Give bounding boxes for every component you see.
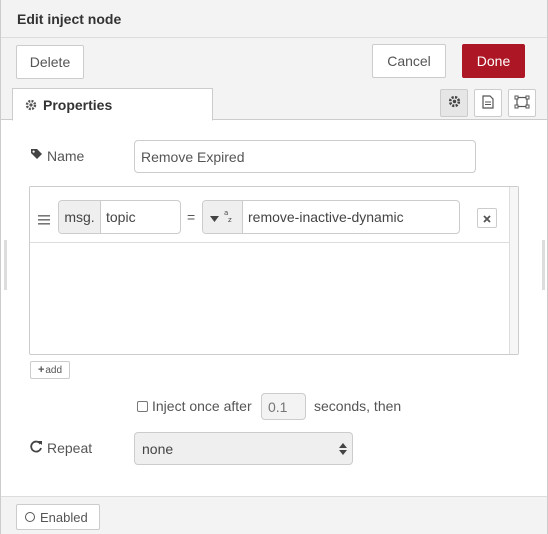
repeat-select-value: none [142,440,174,457]
close-icon [483,210,491,226]
frame-icon [514,95,530,112]
tray-header: Edit inject node [1,0,547,38]
delete-button[interactable]: Delete [16,45,84,79]
property-row: msg. topic = a z remove-inactive-dynamic [30,187,510,243]
inject-delay-input[interactable] [261,393,306,420]
tray-toolbar: Delete Cancel Done [1,38,547,84]
document-icon [482,94,494,112]
tab-settings[interactable] [440,89,468,117]
inject-once-checkbox[interactable] [137,401,148,412]
tab-description[interactable] [474,89,502,117]
type-selector[interactable]: a z [203,201,243,233]
circle-icon [25,512,35,522]
tray-footer: Enabled [1,496,547,534]
edit-inject-tray: Edit inject node Delete Cancel Done Prop… [0,0,548,534]
name-label-row: Name [30,148,84,164]
msg-prefix[interactable]: msg. [59,201,101,233]
name-input[interactable]: Remove Expired [134,140,476,173]
tab-appearance[interactable] [508,89,536,117]
seconds-then-label: seconds, then [314,398,402,414]
repeat-label: Repeat [47,440,93,456]
property-list: msg. topic = a z remove-inactive-dynamic [29,186,519,355]
refresh-icon [30,440,47,456]
property-key-value: topic [106,209,136,225]
drag-handle-icon[interactable] [38,212,50,228]
cancel-button[interactable]: Cancel [372,44,446,78]
gear-icon [25,99,37,111]
gear-icon [448,95,461,111]
property-value-text: remove-inactive-dynamic [248,209,404,225]
right-resize-handle[interactable] [542,240,545,290]
left-resize-handle[interactable] [4,240,7,290]
add-property-button[interactable]: + add [30,361,70,379]
remove-property-button[interactable] [477,208,497,228]
property-key-field[interactable]: msg. topic [58,200,181,234]
done-button[interactable]: Done [462,44,525,78]
caret-down-icon [210,209,219,225]
property-value-field[interactable]: a z remove-inactive-dynamic [202,200,460,234]
add-label: add [45,364,63,376]
inject-once-label: Inject once after [152,398,252,414]
plus-icon: + [37,364,45,376]
name-label: Name [47,148,85,164]
enabled-label: Enabled [40,509,88,525]
repeat-select[interactable]: none [134,432,353,465]
tab-properties[interactable]: Properties [12,88,213,121]
tabs-bar: Properties [1,84,547,121]
tab-properties-label: Properties [43,96,113,113]
select-arrows-icon [339,442,347,459]
repeat-label-row: Repeat [30,440,92,456]
az-string-icon: a z [223,209,235,226]
equals-sign: = [187,209,196,225]
enabled-toggle[interactable]: Enabled [16,504,100,530]
svg-text:z: z [228,216,232,223]
tag-icon [30,148,47,164]
property-list-scrollbar[interactable] [509,187,518,354]
tray-title: Edit inject node [17,11,122,27]
